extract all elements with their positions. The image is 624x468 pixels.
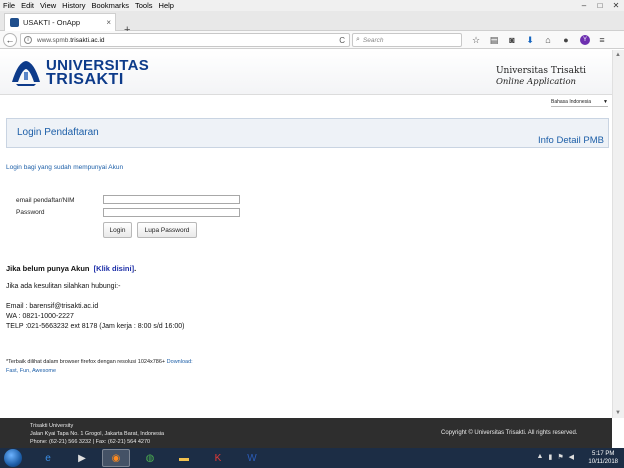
site-footer: Trisakti University Jalan Kyai Tapa No. … <box>0 418 612 448</box>
footer-copyright: Copyright © Universitas Trisakti. All ri… <box>441 430 578 436</box>
register-text: Jika belum punya Akun <box>6 264 90 273</box>
ie-icon[interactable]: e <box>34 449 62 467</box>
footer-line3: Phone: (62-21) 566 3232 | Fax: (62-21) 5… <box>30 439 151 445</box>
tagline-link[interactable]: Fast, Fun, Awesome <box>6 368 56 374</box>
logo-line2: TRISAKTI <box>46 71 124 88</box>
login-subtitle: Login bagi yang sudah mempunyai Akun <box>6 164 124 171</box>
window-controls: – □ ✕ <box>576 0 624 11</box>
footer-line1: Trisakti University <box>30 423 74 429</box>
tray-arrow-icon[interactable]: ▲ <box>537 453 544 461</box>
firefox-icon[interactable]: ◉ <box>102 449 130 467</box>
pocket-icon[interactable]: ◙ <box>504 34 520 46</box>
login-panel: Login Pendaftaran Info Detail PMB <box>6 118 609 148</box>
header-subtitle: Online Application <box>495 77 577 87</box>
language-selected: Bahasa Indonesia <box>551 99 592 105</box>
start-button-icon[interactable] <box>4 449 22 467</box>
contact-whatsapp: WA : 0821-1000-2227 <box>6 313 74 320</box>
login-button[interactable]: Login <box>103 222 132 238</box>
system-tray: ▲ ▮ ⚑ ◀ <box>532 453 574 461</box>
maximize-icon[interactable]: □ <box>592 0 608 11</box>
clock-date: 10/11/2018 <box>588 459 618 465</box>
favicon-icon <box>10 18 19 27</box>
footer-address: Trisakti University Jalan Kyai Tapa No. … <box>30 422 164 446</box>
chevron-down-icon: ▼ <box>603 99 608 105</box>
volume-icon[interactable]: ◀ <box>569 453 574 461</box>
site-header: UNIVERSITAS TRISAKTI Universitas Trisakt… <box>0 50 612 95</box>
language-select[interactable]: Bahasa Indonesia ▼ <box>551 98 608 107</box>
network-icon[interactable]: ▮ <box>548 453 552 461</box>
close-window-icon[interactable]: ✕ <box>608 0 624 11</box>
help-text: Jika ada kesulitan silahkan hubungi:- <box>6 283 121 290</box>
menu-view[interactable]: View <box>40 1 56 10</box>
menu-edit[interactable]: Edit <box>21 1 34 10</box>
site-logo[interactable]: UNIVERSITAS TRISAKTI <box>10 58 149 88</box>
register-prompt: Jika belum punya Akun [Klik disini]. <box>6 264 137 273</box>
flag-icon[interactable]: ⚑ <box>557 453 563 461</box>
search-icon: ⌕ <box>356 36 360 43</box>
word-icon[interactable]: W <box>238 449 266 467</box>
bookmark-star-icon[interactable]: ☆ <box>468 34 484 46</box>
chat-icon[interactable]: ● <box>558 34 574 46</box>
menu-bar: File Edit View History Bookmarks Tools H… <box>0 0 624 11</box>
media-player-icon[interactable]: ▶ <box>68 449 96 467</box>
back-button[interactable]: ← <box>3 33 17 47</box>
minimize-icon[interactable]: – <box>576 0 592 11</box>
search-placeholder: Search <box>362 36 384 44</box>
download-icon[interactable]: ⬇ <box>522 34 538 46</box>
tab-title: USAKTI - OnApp <box>23 18 81 27</box>
toolbar-icons: ☆ ▤ ◙ ⬇ ⌂ ● Y ≡ <box>468 34 612 46</box>
close-tab-icon[interactable]: × <box>106 18 111 27</box>
reload-icon[interactable]: C <box>339 36 345 45</box>
clock-time: 5:17 PM <box>592 451 615 457</box>
reading-list-icon[interactable]: ▤ <box>486 34 502 46</box>
taskbar: e ▶ ◉ ◍ ▬ K W ▲ ▮ ⚑ ◀ 5:17 PM 10/11/2018 <box>0 448 624 468</box>
password-label: Password <box>16 209 45 216</box>
trisakti-logo-icon <box>12 61 40 86</box>
url-bar[interactable]: i www.spmb.trisakti.ac.id C <box>20 33 350 47</box>
hamburger-menu-icon[interactable]: ≡ <box>594 34 610 46</box>
info-icon[interactable]: i <box>24 36 32 44</box>
download-link[interactable]: Download: <box>167 359 193 365</box>
url-text: www.spmb.trisakti.ac.id <box>37 36 105 44</box>
home-icon[interactable]: ⌂ <box>540 34 556 46</box>
navigation-bar: ← i www.spmb.trisakti.ac.id C ⌕ Search ☆… <box>0 31 624 49</box>
chrome-icon[interactable]: ◍ <box>136 449 164 467</box>
tab-bar: USAKTI - OnApp × + <box>0 11 624 36</box>
forgot-password-button[interactable]: Lupa Password <box>137 222 197 238</box>
menu-tools[interactable]: Tools <box>135 1 153 10</box>
clock[interactable]: 5:17 PM 10/11/2018 <box>588 450 618 466</box>
header-title-block: Universitas Trisakti Online Application <box>496 66 586 87</box>
tab-usakti[interactable]: USAKTI - OnApp × <box>4 13 116 31</box>
menu-help[interactable]: Help <box>159 1 174 10</box>
menu-file[interactable]: File <box>3 1 15 10</box>
register-link[interactable]: [Klik disini] <box>94 264 134 273</box>
search-bar[interactable]: ⌕ Search <box>352 33 462 47</box>
info-detail-link[interactable]: Info Detail PMB <box>538 135 604 146</box>
email-field[interactable] <box>103 195 240 204</box>
scroll-down-icon[interactable]: ▼ <box>615 410 621 416</box>
page-content: UNIVERSITAS TRISAKTI Universitas Trisakt… <box>0 50 612 418</box>
footer-line2: Jalan Kyai Tapa No. 1 Grogol, Jakarta Ba… <box>30 431 165 437</box>
menu-history[interactable]: History <box>62 1 85 10</box>
header-university-name: Universitas Trisakti <box>495 66 586 76</box>
password-field[interactable] <box>103 208 240 217</box>
menu-bookmarks[interactable]: Bookmarks <box>92 1 130 10</box>
contact-email: Email : barensif@trisakti.ac.id <box>6 303 99 310</box>
account-avatar-icon[interactable]: Y <box>580 35 590 45</box>
page-title: Login Pendaftaran <box>17 127 99 138</box>
scroll-up-icon[interactable]: ▲ <box>615 52 621 58</box>
browser-footnote: *Terbaik dilihat dalam browser firefox d… <box>6 358 193 376</box>
vertical-scrollbar[interactable]: ▲ ▼ <box>612 50 624 418</box>
folder-icon[interactable]: ▬ <box>170 449 198 467</box>
antivirus-icon[interactable]: K <box>204 449 232 467</box>
contact-phone: TELP :021-5663232 ext 8178 (Jam kerja : … <box>6 323 185 330</box>
footnote-text: *Terbaik dilihat dalam browser firefox d… <box>6 359 166 365</box>
email-label: email pendaftar/NIM <box>16 197 75 204</box>
